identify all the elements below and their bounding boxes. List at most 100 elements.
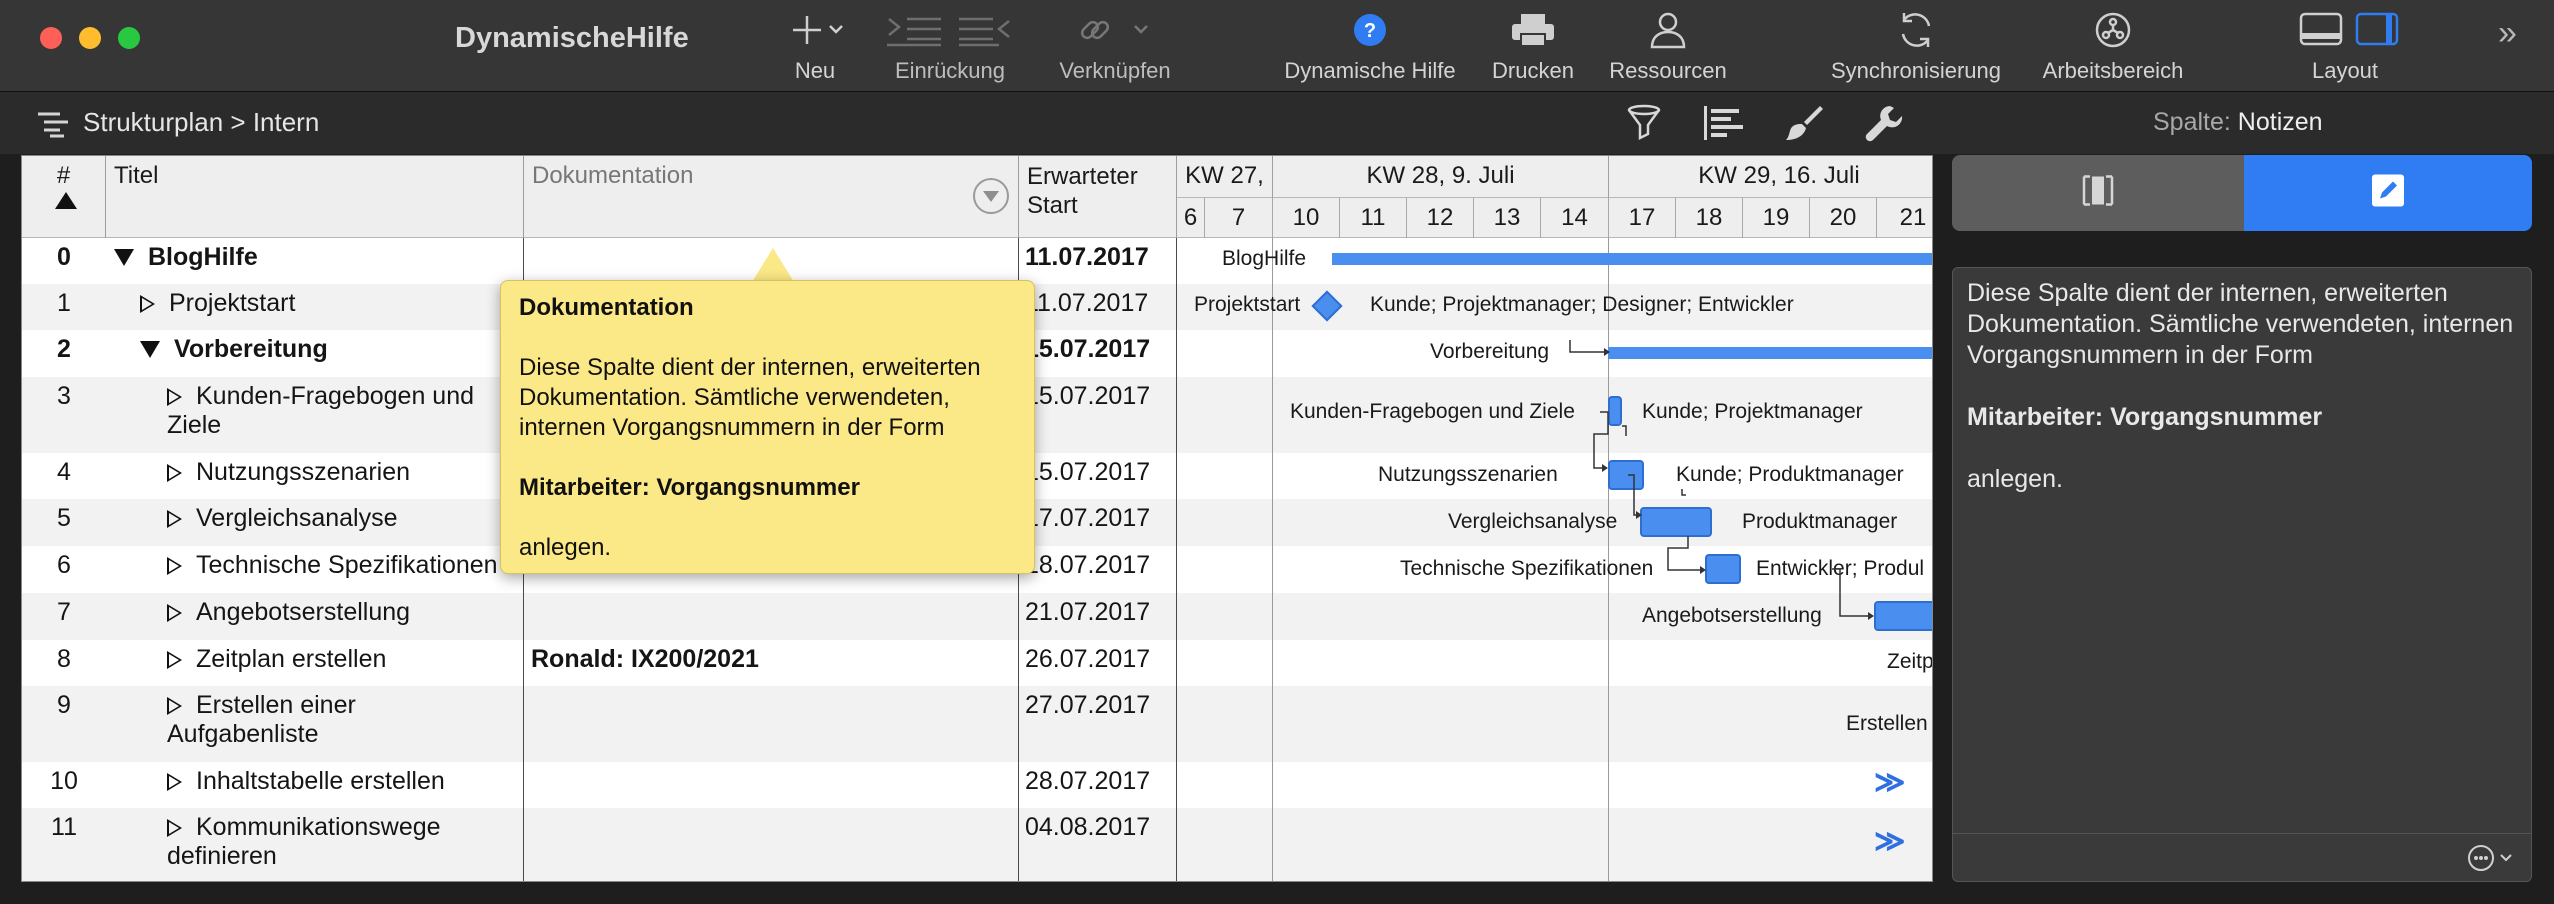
filter-icon[interactable] — [1626, 104, 1662, 147]
disclosure-collapsed-icon[interactable] — [167, 604, 182, 622]
tooltip-pointer — [752, 248, 794, 282]
table-row[interactable]: 9 Erstellen einer Aufgabenliste 27.07.20… — [22, 686, 1932, 762]
notes-editor[interactable]: Diese Spalte dient der internen, erweite… — [1952, 267, 2532, 882]
week-header: KW 29, 16. Juli — [1609, 156, 1932, 198]
link-button[interactable]: Verknüpfen — [1040, 0, 1190, 92]
indent-icon — [880, 10, 1020, 50]
dynamic-help-button[interactable]: ? Dynamische Hilfe — [1270, 0, 1470, 92]
day-header: 17 — [1609, 198, 1676, 238]
tooltip-title: Dokumentation — [519, 294, 694, 321]
row-title: Vorbereitung — [174, 335, 328, 363]
side-panel-title: Spalte: Notizen — [2153, 108, 2323, 136]
sync-button[interactable]: Synchronisierung — [1816, 0, 2016, 92]
row-title: Nutzungsszenarien — [196, 458, 411, 486]
day-header: 13 — [1474, 198, 1541, 238]
disclosure-collapsed-icon[interactable] — [140, 295, 155, 313]
task-bar[interactable] — [1608, 396, 1622, 426]
column-divider — [1176, 238, 1177, 881]
table-row[interactable]: 8 Zeitplan erstellen Ronald: IX200/2021 … — [22, 640, 1932, 686]
resources-button[interactable]: Ressourcen — [1600, 0, 1736, 92]
day-header: 18 — [1676, 198, 1743, 238]
brush-icon[interactable] — [1784, 104, 1824, 149]
disclosure-collapsed-icon[interactable] — [167, 697, 182, 715]
window-toolbar: DynamischeHilfe Neu Einrückung Verknüpfe… — [0, 0, 2554, 92]
disclosure-collapsed-icon[interactable] — [167, 773, 182, 791]
summary-bar[interactable] — [1608, 347, 1932, 359]
workspace-icon — [2030, 10, 2196, 50]
person-icon — [1600, 10, 1736, 50]
task-bar[interactable] — [1705, 554, 1741, 584]
notes-paragraph-bold: Mitarbeiter: Vorgangsnummer — [1967, 403, 2323, 431]
tooltip-body-end: anlegen. — [519, 534, 612, 561]
new-button[interactable]: Neu — [770, 0, 860, 92]
notes-footer — [1953, 833, 2531, 881]
minimize-window-button[interactable] — [79, 27, 101, 49]
disclosure-collapsed-icon[interactable] — [167, 819, 182, 837]
preview-mode-button[interactable] — [1952, 155, 2244, 231]
edit-mode-button[interactable] — [2244, 155, 2532, 231]
table-row[interactable]: 11 Kommunikationswege definieren 04.08.2… — [22, 808, 1932, 881]
layout-button[interactable]: Layout — [2270, 0, 2420, 92]
panel-mode-switch — [1952, 155, 2532, 231]
wrench-icon[interactable] — [1864, 104, 1904, 149]
sort-ascending-icon — [55, 192, 77, 209]
zoom-window-button[interactable] — [118, 27, 140, 49]
window-title: DynamischeHilfe — [455, 22, 689, 54]
row-title: Vergleichsanalyse — [196, 504, 398, 532]
column-header-number[interactable]: # — [22, 156, 106, 238]
print-button[interactable]: Drucken — [1480, 0, 1586, 92]
pencil-icon — [2370, 173, 2406, 214]
table-row[interactable]: 10 Inhaltstabelle erstellen 28.07.2017 — [22, 762, 1932, 808]
day-header: 6 — [1177, 198, 1205, 238]
row-title: Technische Spezifikationen — [196, 551, 498, 579]
row-title: Zeitplan erstellen — [196, 645, 387, 673]
link-icon — [1040, 10, 1190, 50]
tooltip-body: Diese Spalte dient der internen, erweite… — [519, 354, 981, 441]
notes-side-panel: Diese Spalte dient der internen, erweite… — [1952, 155, 2532, 882]
outline-icon — [36, 110, 70, 143]
day-header: 10 — [1273, 198, 1340, 238]
day-header: 11 — [1340, 198, 1407, 238]
summary-bar[interactable] — [1332, 253, 1932, 265]
disclosure-collapsed-icon[interactable] — [167, 388, 182, 406]
task-bar[interactable] — [1874, 601, 1932, 631]
task-bar[interactable] — [1608, 460, 1644, 490]
row-title: Angebotserstellung — [196, 598, 411, 626]
plus-icon — [770, 10, 860, 50]
indent-button[interactable]: Einrückung — [880, 0, 1020, 92]
scroll-to-task-icon[interactable]: ≫ — [1874, 765, 1905, 800]
sync-icon — [1816, 10, 2016, 50]
column-header-documentation[interactable]: Dokumentation — [524, 156, 1019, 238]
breadcrumb-bar: Strukturplan > Intern Spalte: Notizen — [0, 92, 2554, 154]
disclosure-expanded-icon[interactable] — [140, 341, 160, 358]
breadcrumb[interactable]: Strukturplan > Intern — [83, 107, 319, 138]
workspace-button[interactable]: Arbeitsbereich — [2030, 0, 2196, 92]
disclosure-collapsed-icon[interactable] — [167, 510, 182, 528]
row-title: BlogHilfe — [148, 243, 258, 271]
column-header-title[interactable]: Titel — [106, 156, 524, 238]
row-title: Erstellen einer Aufgabenliste — [167, 691, 356, 748]
disclosure-expanded-icon[interactable] — [114, 249, 134, 266]
more-options-icon[interactable] — [2467, 842, 2515, 879]
close-window-button[interactable] — [40, 27, 62, 49]
row-title: Kunden-Fragebogen und Ziele — [167, 382, 475, 439]
day-header: 21 — [1899, 204, 1927, 231]
column-menu-icon[interactable] — [973, 178, 1009, 214]
disclosure-collapsed-icon[interactable] — [167, 464, 182, 482]
toolbar-overflow-button[interactable]: » — [2498, 14, 2517, 53]
scroll-to-task-icon[interactable]: ≫ — [1874, 824, 1905, 859]
gantt-format-icon[interactable] — [1702, 104, 1746, 147]
table-header: # Titel Dokumentation Erwarteter Start K… — [22, 156, 1932, 238]
row-title: Projektstart — [169, 289, 296, 317]
disclosure-collapsed-icon[interactable] — [167, 557, 182, 575]
row-title: Inhaltstabelle erstellen — [196, 767, 445, 795]
disclosure-collapsed-icon[interactable] — [167, 651, 182, 669]
week-divider — [1272, 238, 1273, 881]
task-bar[interactable] — [1640, 507, 1712, 537]
documentation-cell[interactable]: Ronald: IX200/2021 — [531, 640, 759, 674]
week-header: KW 27, — [1177, 156, 1273, 198]
gantt-timeline-header: KW 27, KW 28, 9. Juli KW 29, 16. Juli 6 … — [1177, 156, 1932, 238]
preview-icon — [2080, 174, 2116, 213]
column-header-start[interactable]: Erwarteter Start — [1019, 156, 1177, 238]
week-header: KW 28, 9. Juli — [1273, 156, 1609, 198]
